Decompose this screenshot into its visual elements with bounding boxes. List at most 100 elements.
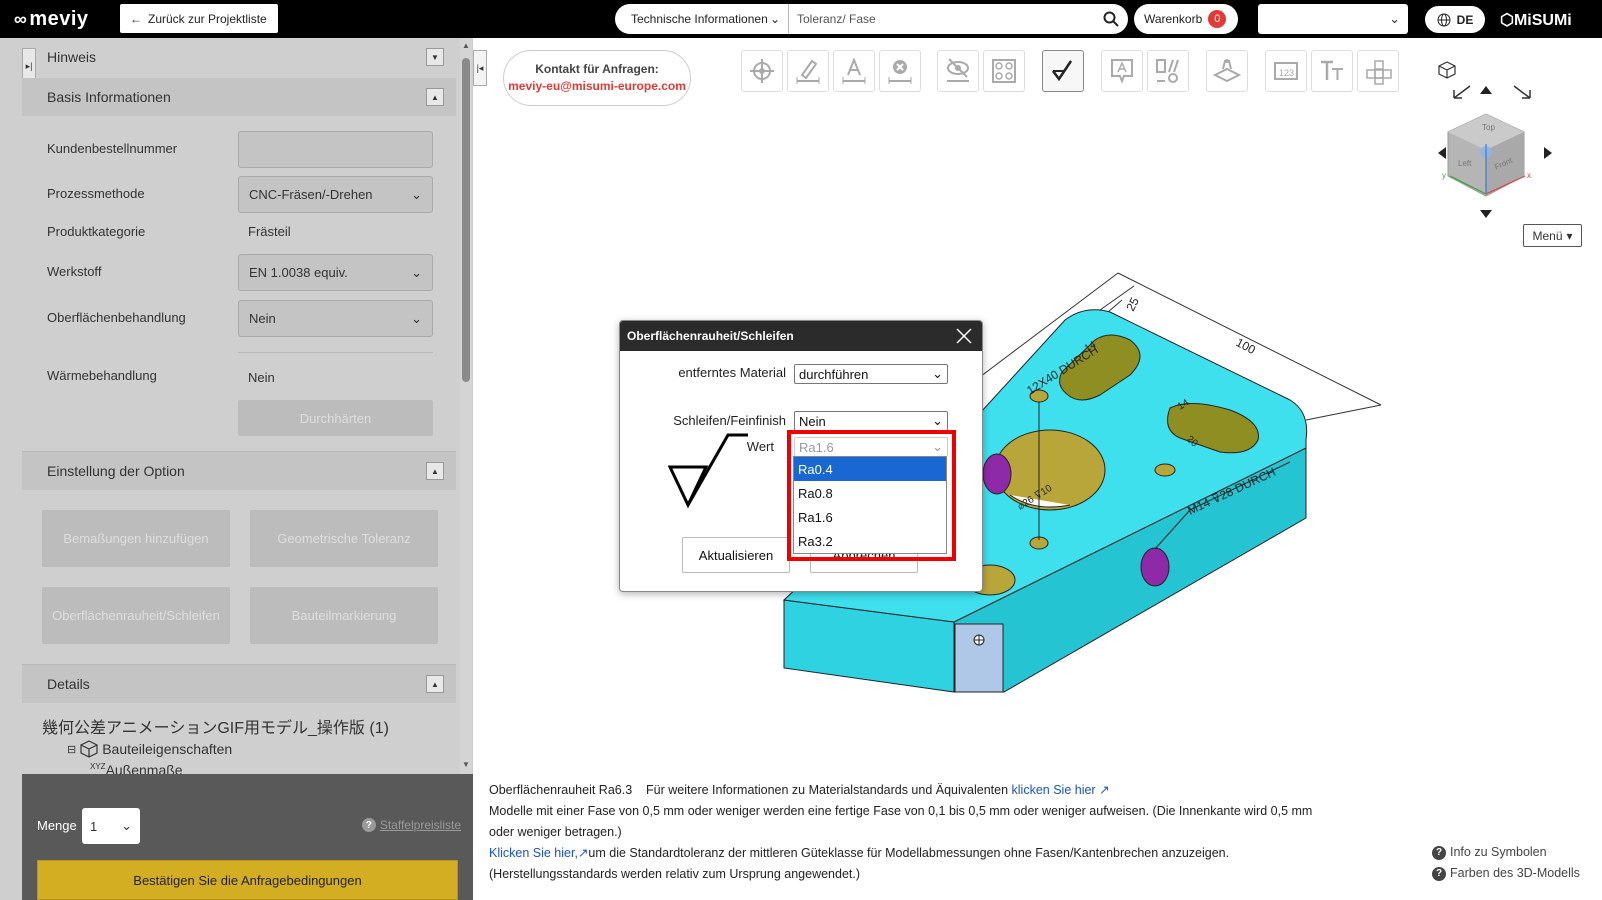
menge-select[interactable]: 1 ⌄ — [82, 808, 140, 844]
svg-text:x: x — [1527, 171, 1531, 180]
dimension-format-icon[interactable]: 123 — [1265, 50, 1307, 92]
geometric-tolerance-icon[interactable] — [1147, 50, 1189, 92]
cube-face-left: Left — [1458, 159, 1472, 168]
close-icon[interactable] — [954, 326, 974, 346]
chevron-down-icon: ⌄ — [411, 310, 422, 326]
durchhaerten-button[interactable]: Durchhärten — [238, 400, 433, 436]
menge-label: Menge — [37, 818, 77, 833]
tech-info-select[interactable]: Technische Informationen ⌄ — [615, 4, 789, 34]
confirm-request-button[interactable]: Bestätigen Sie die Anfragebedingungen — [37, 860, 458, 900]
collapse-icon[interactable]: ▲ — [426, 462, 444, 480]
left-sidebar: ▸| ▲ ▼ Hinweis ▼ Basis Informationen ▲ K… — [0, 38, 473, 900]
tree-node-aussenmasse[interactable]: XYZAußenmaße — [90, 762, 183, 774]
search-icon[interactable] — [1094, 11, 1128, 27]
hide-dimension-icon[interactable] — [937, 50, 979, 92]
scroll-down-arrow-icon[interactable]: ▼ — [461, 760, 471, 770]
contact-email-link[interactable]: meviy-eu@misumi-europe.com — [508, 78, 686, 95]
svg-text:123: 123 — [1279, 68, 1294, 78]
help-icon: ? — [1432, 866, 1446, 881]
surface-roughness-icon[interactable] — [1042, 50, 1084, 92]
edit-dimension-icon[interactable] — [787, 50, 829, 92]
waermebehandlung-label: Wärmebehandlung — [47, 368, 157, 383]
chevron-down-icon: ⌄ — [411, 186, 422, 202]
staffelpreisliste-link[interactable]: ? Staffelpreisliste — [361, 818, 461, 832]
prozessmethode-select[interactable]: CNC-Fräsen/-Drehen ⌄ — [238, 176, 433, 213]
geometrische-toleranz-button[interactable]: Geometrische Toleranz — [250, 510, 438, 567]
contact-bubble: Kontakt für Anfragen: meviy-eu@misumi-eu… — [503, 50, 691, 106]
font-size-icon[interactable] — [1311, 50, 1353, 92]
chevron-down-icon: ⌄ — [932, 366, 943, 381]
section-details[interactable]: Details ▲ — [22, 665, 456, 703]
prozessmethode-label: Prozessmethode — [47, 186, 145, 201]
views-icon[interactable] — [1357, 50, 1399, 92]
manufacturing-note: (Herstellungsstandards werden relativ zu… — [489, 867, 861, 881]
home-view-icon[interactable] — [1438, 61, 1456, 79]
bauteilmarkierung-button[interactable]: Bauteilmarkierung — [250, 587, 438, 644]
model-colors-link[interactable]: ? Farben des 3D-Modells — [1432, 863, 1580, 884]
tech-search-input[interactable]: Toleranz/ Fase — [789, 12, 1094, 26]
werkstoff-select[interactable]: EN 1.0038 equiv. ⌄ — [238, 254, 433, 291]
material-label: entferntes Material — [678, 365, 786, 380]
tree-node-bauteileigenschaften[interactable]: ⊟ Bauteileigenschaften — [67, 740, 232, 758]
bemassungen-hinzufuegen-button[interactable]: Bemaßungen hinzufügen — [42, 510, 230, 567]
collapse-icon[interactable]: ▲ — [426, 675, 444, 693]
roughness-symbol-icon — [668, 433, 748, 509]
tech-search-group: Technische Informationen ⌄ Toleranz/ Fas… — [615, 4, 1128, 34]
arrow-left-icon[interactable] — [1438, 147, 1446, 159]
chamfer-note: Modelle mit einer Fase von 0,5 mm oder w… — [489, 804, 1313, 839]
sidebar-scrollbar-thumb[interactable] — [462, 58, 470, 382]
help-links: ? Info zu Symbolen ? Farben des 3D-Modells — [1432, 842, 1580, 884]
oberflaechenrauheit-button[interactable]: Oberflächenrauheit/Schleifen — [42, 587, 230, 644]
help-icon: ? — [1432, 845, 1446, 860]
view-navigation-cube[interactable]: Top Left Front x y — [1430, 58, 1590, 228]
viewer-menu-button[interactable]: Menü ▾ — [1523, 224, 1582, 247]
account-select[interactable]: ⌄ — [1258, 4, 1408, 34]
expand-icon[interactable]: ▼ — [426, 48, 444, 66]
material-standards-link[interactable]: klicken Sie hier — [1012, 783, 1096, 797]
chevron-down-icon: ⌄ — [411, 264, 422, 280]
tree-collapse-icon[interactable]: ⊟ — [67, 743, 76, 756]
external-link-icon: ↗ — [1099, 783, 1110, 797]
cart-count-badge: 0 — [1208, 10, 1227, 28]
rotate-left-icon[interactable] — [1453, 85, 1471, 99]
arrow-up-icon[interactable] — [1480, 86, 1492, 94]
delete-dimension-icon[interactable] — [879, 50, 921, 92]
box-icon — [80, 740, 98, 758]
collapse-icon[interactable]: ▲ — [426, 88, 444, 106]
dim-25: 25 — [1123, 295, 1142, 314]
marking-icon[interactable] — [1206, 50, 1248, 92]
globe-icon — [1437, 13, 1451, 26]
wert-label: Wert — [746, 439, 774, 454]
arrow-down-icon[interactable] — [1480, 210, 1492, 218]
order-panel: Menge 1 ⌄ ? Staffelpreisliste Bestätigen … — [22, 774, 473, 900]
misumi-logo[interactable]: ⬡MiSUMi — [1500, 10, 1572, 30]
section-einstellung-option[interactable]: Einstellung der Option ▲ — [22, 452, 456, 490]
section-basis-informationen[interactable]: Basis Informationen ▲ — [22, 78, 456, 116]
meviy-logo[interactable]: ∞ meviy — [14, 8, 89, 31]
text-annotation-icon[interactable] — [1101, 50, 1143, 92]
material-select[interactable]: durchführen ⌄ — [794, 364, 948, 384]
kundenbestellnummer-input[interactable] — [238, 131, 433, 168]
back-to-project-list-button[interactable]: ← Zurück zur Projektliste — [120, 4, 278, 33]
scroll-up-arrow-icon[interactable]: ▲ — [461, 41, 471, 51]
arrow-right-icon[interactable] — [1544, 147, 1552, 159]
standard-tolerance-link[interactable]: Klicken Sie hier, — [489, 846, 578, 860]
origin-icon[interactable] — [741, 50, 783, 92]
dimension-text-icon[interactable] — [833, 50, 875, 92]
section-hinweis[interactable]: Hinweis ▼ — [22, 38, 456, 76]
oberflaechenbehandlung-select[interactable]: Nein ⌄ — [238, 300, 433, 337]
highlight-annotation — [787, 430, 956, 561]
chevron-down-icon: ⌄ — [769, 12, 780, 26]
schleifen-select[interactable]: Nein ⌄ — [794, 411, 948, 431]
collapse-sidebar-toggle[interactable]: |◂ — [473, 50, 487, 86]
dialog-header: Oberflächenrauheit/Schleifen — [620, 321, 982, 351]
chevron-down-icon: ⌄ — [121, 818, 132, 833]
rotate-right-icon[interactable] — [1513, 85, 1531, 99]
language-selector[interactable]: DE — [1425, 6, 1485, 33]
update-button[interactable]: Aktualisieren — [682, 537, 790, 573]
cart-button[interactable]: Warenkorb 0 — [1134, 4, 1238, 34]
pattern-icon[interactable] — [983, 50, 1025, 92]
info-symbols-link[interactable]: ? Info zu Symbolen — [1432, 842, 1580, 863]
top-bar: ∞ meviy ← Zurück zur Projektliste Technis… — [0, 0, 1602, 38]
help-icon: ? — [361, 818, 376, 832]
